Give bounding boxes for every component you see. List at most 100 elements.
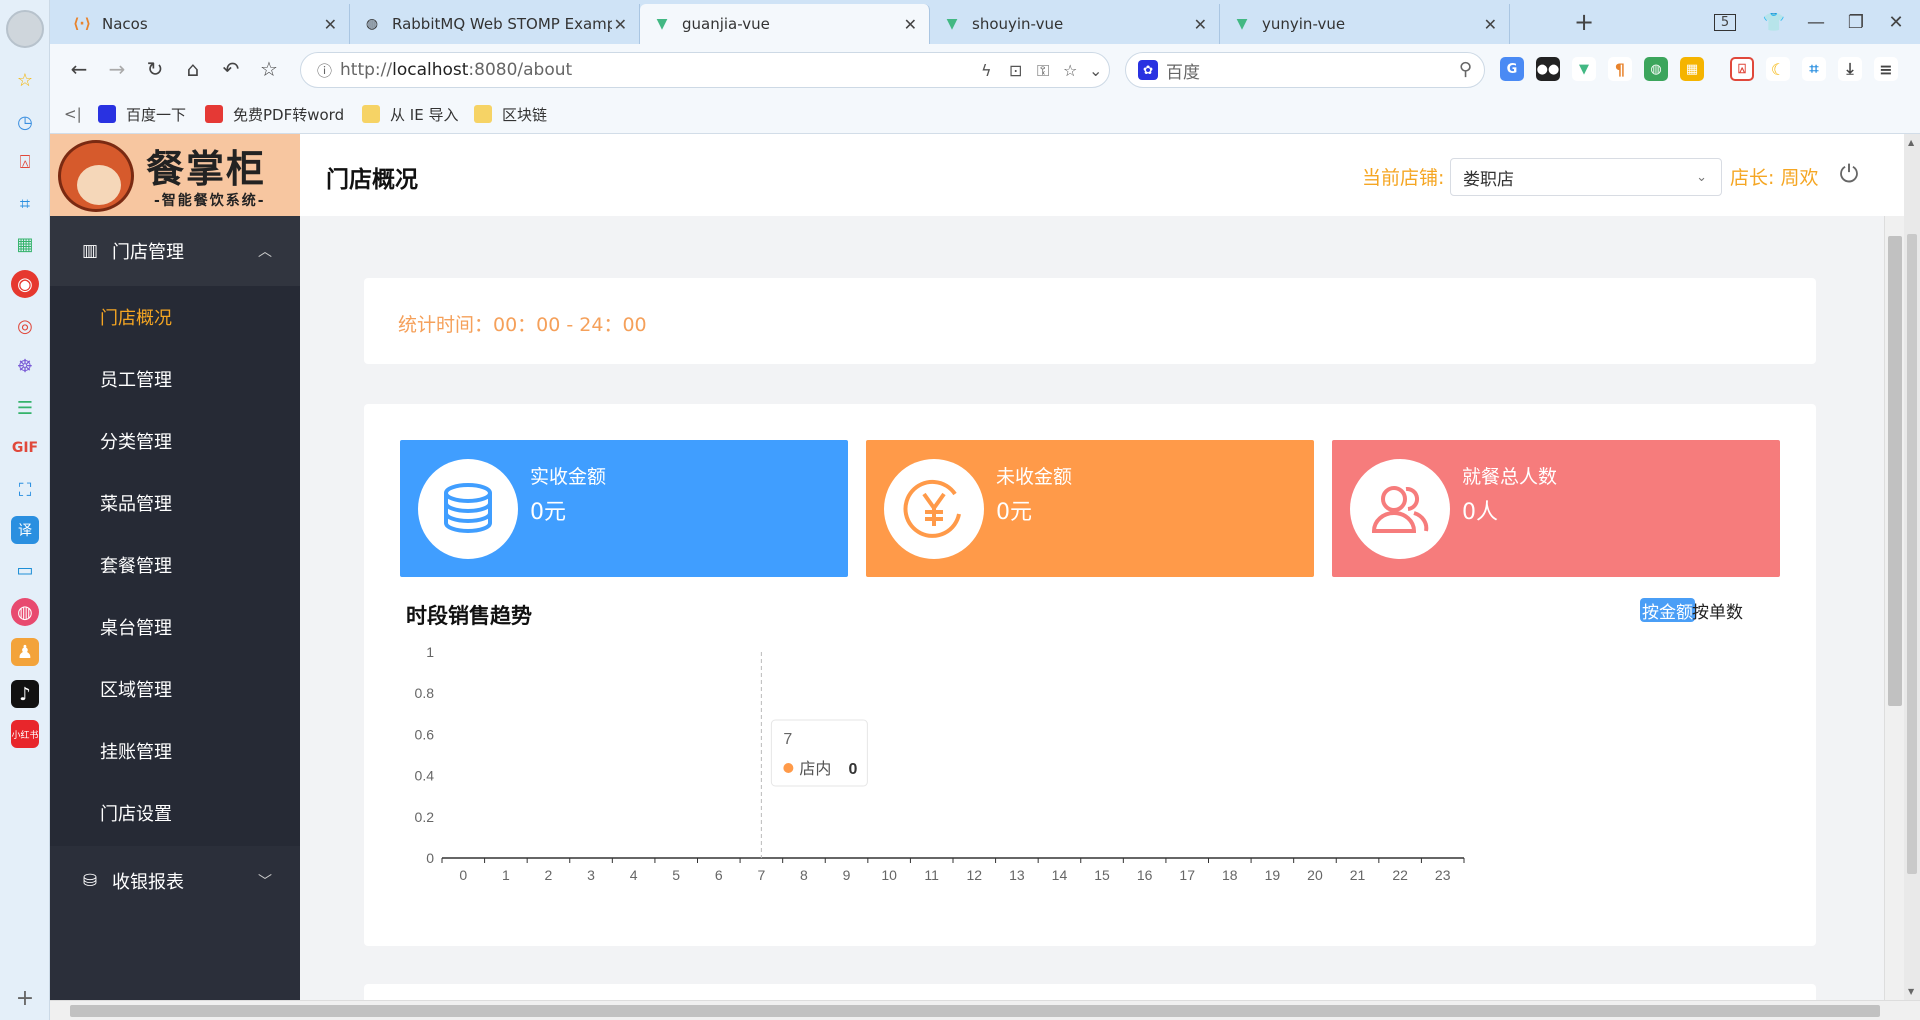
bookmark-blockchain[interactable]: 区块链	[474, 104, 547, 124]
crop-ext-icon[interactable]: ⌗	[1802, 57, 1826, 81]
favorite-icon[interactable]: ☆	[1063, 61, 1077, 80]
globe-ext-icon[interactable]: ◍	[1644, 57, 1668, 81]
weibo-icon[interactable]: ◉	[11, 270, 39, 298]
close-icon[interactable]: ✕	[1484, 15, 1497, 34]
lightning-icon[interactable]: ϟ	[981, 61, 992, 80]
tampermonkey-icon[interactable]: ●●	[1536, 57, 1560, 81]
bookmark-label: 区块链	[502, 105, 548, 124]
tab-nacos[interactable]: ⟨·⟩ Nacos ✕	[60, 4, 350, 44]
back-arrow-icon[interactable]: ←	[66, 56, 92, 82]
window-close-icon[interactable]: ✕	[1882, 8, 1910, 36]
store-select[interactable]: 娄职店 ⌄	[1450, 158, 1722, 196]
menu-item-staff[interactable]: 员工管理	[50, 348, 300, 410]
home-icon[interactable]: ⌂	[180, 56, 206, 82]
bookmark-star-icon[interactable]: ☆	[256, 56, 282, 82]
monitor-icon[interactable]: ▭	[11, 556, 39, 584]
screenshot-icon[interactable]: ⊡	[1009, 61, 1022, 80]
menu-item-credit[interactable]: 挂账管理	[50, 720, 300, 782]
menu-item-dishes[interactable]: 菜品管理	[50, 472, 300, 534]
page-scrollbar[interactable]: ▲ ▼	[1904, 134, 1920, 1000]
translate-ext-icon[interactable]: G	[1500, 57, 1524, 81]
tiktok-icon[interactable]: ♪	[11, 680, 39, 708]
favorites-star-icon[interactable]: ☆	[11, 66, 39, 94]
tab-rabbitmq[interactable]: ◍ RabbitMQ Web STOMP Examp ✕	[350, 4, 640, 44]
reload-icon[interactable]: ↻	[142, 56, 168, 82]
new-tab-button[interactable]: +	[1570, 8, 1598, 36]
scrollbar-thumb[interactable]	[1888, 236, 1902, 706]
info-icon[interactable]: ⓘ	[317, 60, 332, 81]
metric-label: 未收金额	[996, 466, 1073, 488]
bookmark-label: 从 IE 导入	[390, 105, 459, 124]
search-icon[interactable]: ⚲	[1459, 59, 1472, 80]
scroll-down-icon[interactable]: ▼	[1908, 987, 1914, 996]
x-tick-label: 13	[1009, 867, 1025, 883]
translate-icon[interactable]: 译	[11, 516, 39, 544]
tab-guanjia[interactable]: ▼ guanjia-vue ✕	[640, 4, 930, 44]
menu-icon[interactable]: ≡	[1874, 57, 1898, 81]
tab-yunyin[interactable]: ▼ yunyin-vue ✕	[1220, 4, 1510, 44]
horizontal-scrollbar[interactable]	[50, 1000, 1920, 1020]
power-icon[interactable]: ⏻	[1834, 159, 1864, 189]
gif-icon[interactable]: GIF	[11, 434, 39, 462]
pdf-ext-icon[interactable]: ⍓	[1730, 57, 1754, 81]
tab-title: Nacos	[102, 15, 148, 33]
y-tick-label: 0.4	[415, 768, 435, 784]
search-input[interactable]: ✿ 百度 ⚲	[1125, 52, 1485, 88]
by-count-button[interactable]: 按单数	[1692, 598, 1743, 623]
vue-devtools-icon[interactable]: ▼	[1572, 57, 1596, 81]
bookmark-ie-import[interactable]: 从 IE 导入	[362, 104, 458, 124]
address-bar[interactable]: ⓘ http:// localhost :8080/about ϟ ⊡ ⚿ ☆ …	[300, 52, 1110, 88]
close-icon[interactable]: ✕	[1194, 15, 1207, 34]
qrcode-icon[interactable]: ▦	[11, 230, 39, 258]
menu-group-report[interactable]: ⛁ 收银报表 ﹀	[50, 846, 300, 916]
baidu-icon: ✿	[1138, 60, 1158, 80]
tab-shouyin[interactable]: ▼ shouyin-vue ✕	[930, 4, 1220, 44]
paragraph-icon[interactable]: ¶	[1608, 57, 1632, 81]
content-scrollbar[interactable]	[1884, 216, 1904, 1000]
vue-icon: ▼	[1236, 16, 1248, 32]
bookmark-pdf[interactable]: 免费PDF转word	[205, 104, 344, 124]
skin-icon[interactable]: 👕	[1760, 8, 1788, 36]
bug-icon[interactable]: ☸	[11, 352, 39, 380]
undo-icon[interactable]: ↶	[218, 56, 244, 82]
close-icon[interactable]: ✕	[324, 15, 337, 34]
scrollbar-thumb[interactable]	[70, 1005, 1880, 1017]
tab-count-button[interactable]: 5	[1710, 8, 1740, 36]
forward-arrow-icon[interactable]: →	[104, 56, 130, 82]
podcast-icon[interactable]: ◍	[11, 598, 39, 626]
game-icon[interactable]: ♟	[11, 638, 39, 666]
notes-icon[interactable]: ☰	[11, 394, 39, 422]
record-icon[interactable]: ◎	[11, 312, 39, 340]
scrollbar-thumb[interactable]	[1907, 234, 1917, 874]
bookmark-baidu[interactable]: 百度一下	[98, 104, 186, 124]
menu-item-overview[interactable]: 门店概况	[50, 286, 300, 348]
pdf-icon[interactable]: ⍓	[11, 148, 39, 176]
tooltip-value: 0	[848, 761, 857, 778]
close-icon[interactable]: ✕	[614, 15, 627, 34]
collapse-sidebar-icon[interactable]: <|	[64, 104, 82, 124]
by-amount-button[interactable]: 按金额	[1640, 598, 1695, 623]
menu-item-category[interactable]: 分类管理	[50, 410, 300, 472]
history-clock-icon[interactable]: ◷	[11, 108, 39, 136]
menu-group-store[interactable]: ▥ 门店管理 ︿	[50, 216, 300, 286]
user-avatar[interactable]	[6, 10, 44, 48]
menu-item-settings[interactable]: 门店设置	[50, 782, 300, 844]
scan-icon[interactable]: ⛶	[11, 476, 39, 504]
add-icon[interactable]: +	[11, 984, 39, 1012]
x-tick-label: 1	[502, 867, 510, 883]
xiaohongshu-icon[interactable]: 小红书	[11, 720, 39, 748]
restore-icon[interactable]: ❐	[1842, 8, 1870, 36]
download-icon[interactable]: ⤓	[1838, 57, 1862, 81]
key-icon[interactable]: ⚿	[1037, 61, 1049, 81]
close-icon[interactable]: ✕	[904, 15, 917, 34]
menu-item-area[interactable]: 区域管理	[50, 658, 300, 720]
night-mode-icon[interactable]: ☾	[1766, 57, 1790, 81]
scroll-up-icon[interactable]: ▲	[1908, 138, 1914, 147]
crop-icon[interactable]: ⌗	[11, 190, 39, 218]
menu-item-tables[interactable]: 桌台管理	[50, 596, 300, 658]
menu-item-combo[interactable]: 套餐管理	[50, 534, 300, 596]
minimize-icon[interactable]: —	[1802, 8, 1830, 36]
chevron-down-icon[interactable]: ⌄	[1089, 61, 1102, 80]
apps-grid-icon[interactable]: ▦	[1680, 57, 1704, 81]
x-tick-label: 4	[630, 867, 638, 883]
